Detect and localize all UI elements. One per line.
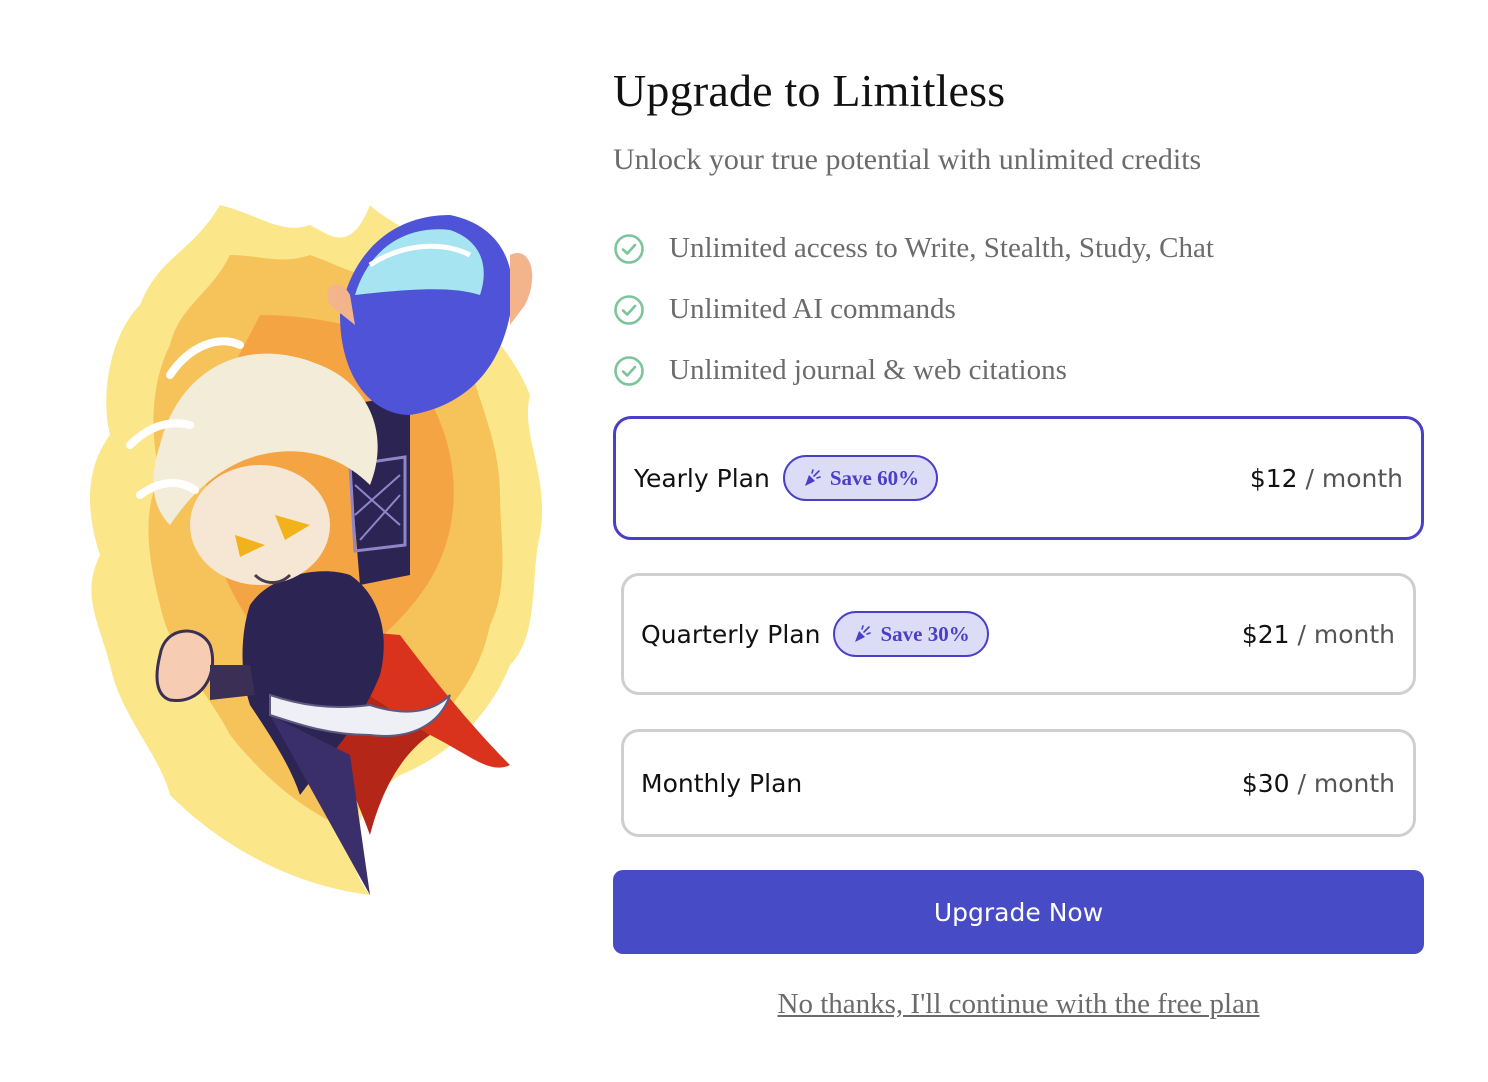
feature-list: Unlimited access to Write, Stealth, Stud… (613, 218, 1214, 401)
feature-text: Unlimited access to Write, Stealth, Stud… (669, 232, 1214, 264)
decline-container: No thanks, I'll continue with the free p… (613, 988, 1424, 1021)
price-amount: $21 (1241, 619, 1290, 649)
upgrade-now-button[interactable]: Upgrade Now (613, 870, 1424, 954)
plan-name: Quarterly Plan (641, 619, 821, 649)
feature-text: Unlimited AI commands (669, 293, 956, 325)
party-popper-icon (852, 624, 872, 644)
plan-name: Monthly Plan (641, 768, 803, 798)
price-period: / month (1297, 768, 1395, 798)
page-subtitle: Unlock your true potential with unlimite… (613, 143, 1202, 176)
check-circle-icon (613, 233, 645, 265)
feature-text: Unlimited journal & web citations (669, 354, 1067, 386)
plan-price: $21 / month (1242, 620, 1395, 649)
check-circle-icon (613, 294, 645, 326)
plan-price: $30 / month (1242, 769, 1395, 798)
upgrade-panel: Upgrade to Limitless Unlock your true po… (613, 0, 1425, 1082)
plan-option-quarterly[interactable]: Quarterly Plan Save 30% $21 / month (621, 573, 1416, 695)
plan-option-monthly[interactable]: Monthly Plan $30 / month (621, 729, 1416, 837)
savings-badge: Save 30% (833, 611, 989, 657)
plan-price: $12 / month (1250, 464, 1403, 493)
savings-badge-label: Save 60% (829, 465, 920, 490)
price-period: / month (1297, 619, 1395, 649)
price-period: / month (1305, 463, 1403, 493)
feature-item: Unlimited access to Write, Stealth, Stud… (613, 218, 1214, 279)
price-amount: $12 (1249, 463, 1298, 493)
check-circle-icon (613, 355, 645, 387)
savings-badge-label: Save 30% (880, 621, 970, 646)
party-popper-icon (802, 468, 822, 488)
feature-item: Unlimited journal & web citations (613, 340, 1214, 401)
hero-character-illustration (90, 205, 543, 895)
savings-badge: Save 60% (782, 455, 939, 501)
price-amount: $30 (1241, 768, 1290, 798)
continue-free-plan-link[interactable]: No thanks, I'll continue with the free p… (778, 988, 1260, 1020)
feature-item: Unlimited AI commands (613, 279, 1214, 340)
plan-name: Yearly Plan (634, 463, 770, 493)
plan-option-yearly[interactable]: Yearly Plan Save 60% $12 / month (613, 416, 1424, 540)
page-title: Upgrade to Limitless (613, 65, 1006, 116)
